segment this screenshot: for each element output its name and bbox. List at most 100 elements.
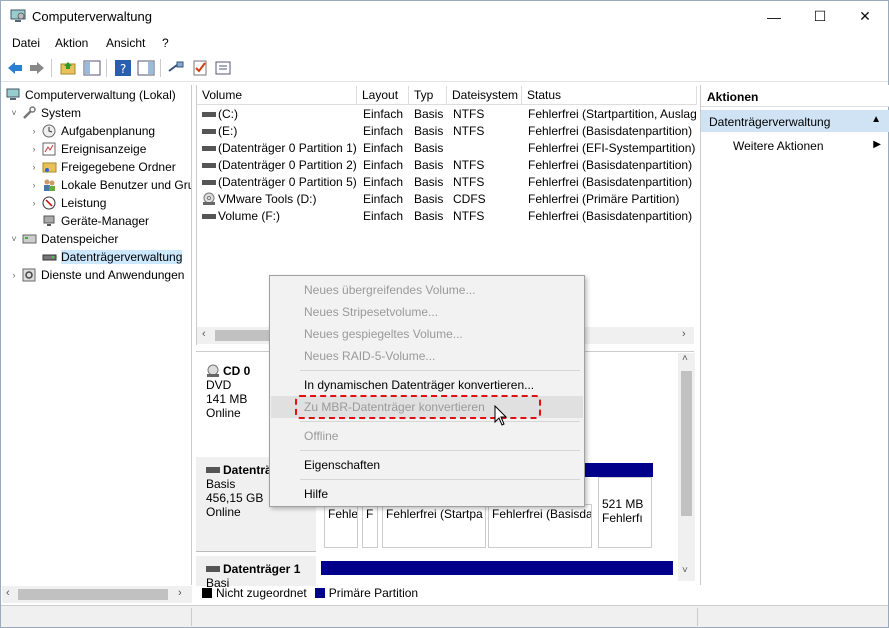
tree-item-services[interactable]: › Dienste und Anwendungen [8,266,185,284]
cd-drive-icon [207,364,219,377]
tree-item-computer-management[interactable]: Computerverwaltung (Lokal) [6,86,176,104]
tree-item-performance[interactable]: › Leistung [28,194,107,212]
scroll-left-icon[interactable]: ‹ [6,587,10,599]
minimize-button[interactable]: — [751,1,797,32]
table-row[interactable]: (C:) Einfach Basis NTFS Fehlerfrei (Star… [197,106,697,123]
table-row[interactable]: (Datenträger 0 Partition 5) Einfach Basi… [197,174,697,191]
tree-item-shared-folders[interactable]: › Freigegebene Ordner [28,158,176,176]
forward-arrow-icon[interactable] [28,59,46,77]
column-header-status[interactable]: Status [522,86,697,105]
help-icon[interactable]: ? [114,59,132,77]
clock-icon [42,124,56,138]
table-row[interactable]: (Datenträger 0 Partition 1) Einfach Basi… [197,140,697,157]
volume-name: Volume (F:) [218,209,281,223]
menu-ansicht[interactable]: Ansicht [106,36,145,50]
svg-text:?: ? [120,62,126,76]
table-row[interactable]: (Datenträger 0 Partition 2) Einfach Basi… [197,157,697,174]
column-header-volume[interactable]: Volume [197,86,357,105]
menu-item-new-raid5-volume[interactable]: Neues RAID-5-Volume... [271,345,583,367]
actions-pane: Aktionen Datenträgerverwaltung ▲ Weitere… [700,85,889,585]
toolbar-separator [51,59,52,77]
table-row[interactable]: Volume (F:) Einfach Basis NTFS Fehlerfre… [197,208,697,225]
menu-datei[interactable]: Datei [12,36,40,50]
column-header-layout[interactable]: Layout [357,86,409,105]
legend: Nicht zugeordnet Primäre Partition [196,583,696,603]
close-button[interactable]: ✕ [842,1,888,32]
partition-bar-disk1 [321,561,673,575]
chevron-right-icon[interactable]: › [8,270,20,280]
menu-item-offline[interactable]: Offline [271,425,583,447]
chevron-right-icon[interactable]: › [28,180,40,190]
scrollbar-thumb[interactable] [681,371,692,516]
computer-management-window: Computerverwaltung — ☐ ✕ Datei Aktion An… [0,0,889,628]
menu-item-new-spanned-volume[interactable]: Neues übergreifendes Volume... [271,279,583,301]
menu-item-convert-to-dynamic[interactable]: In dynamischen Datenträger konvertieren.… [271,374,583,396]
partition-box[interactable]: Fehle [324,504,358,548]
chevron-down-icon[interactable]: ˅ [8,108,20,118]
table-row[interactable]: (E:) Einfach Basis NTFS Fehlerfrei (Basi… [197,123,697,140]
chevron-right-icon[interactable]: › [28,162,40,172]
up-folder-icon[interactable] [59,59,77,77]
computer-management-icon [6,88,20,100]
menu-item-properties[interactable]: Eigenschaften [271,454,583,476]
back-arrow-icon[interactable] [6,59,24,77]
menu-item-help[interactable]: Hilfe [271,483,583,505]
volume-layout: Einfach [363,107,404,121]
tree-item-device-manager[interactable]: Geräte-Manager [42,212,149,230]
scroll-right-icon[interactable]: › [682,328,686,340]
legend-label: Primäre Partition [328,586,419,600]
connect-icon[interactable] [167,59,185,77]
menu-aktion[interactable]: Aktion [55,36,88,50]
maximize-button[interactable]: ☐ [797,1,843,32]
volume-name: (Datenträger 0 Partition 1) [218,141,356,155]
scroll-left-icon[interactable]: ‹ [202,328,206,340]
column-header-typ[interactable]: Typ [409,86,447,105]
scroll-right-icon[interactable]: › [178,587,182,599]
chevron-right-icon[interactable]: › [28,126,40,136]
scrollbar-thumb[interactable] [18,589,168,600]
disk-view-vertical-scrollbar[interactable]: ˄ ˅ [678,353,695,581]
chevron-right-icon[interactable]: › [28,198,40,208]
show-hide-action-pane-icon[interactable] [137,59,155,77]
disk-name: Datenträger 1 [223,562,301,576]
drive-icon [202,112,216,117]
menu-item-new-mirrored-volume[interactable]: Neues gespiegeltes Volume... [271,323,583,345]
chevron-down-icon[interactable]: ˅ [8,234,20,244]
volume-name: (E:) [218,124,238,138]
partition-status: Fehlerfrei (Startpa [386,507,483,521]
drive-icon [202,214,216,219]
partition-box[interactable]: F [362,504,378,548]
collapse-up-icon[interactable]: ▲ [871,114,881,125]
partition-box[interactable]: 521 MB Fehlerfı [598,477,652,548]
tree-item-storage[interactable]: ˅ Datenspeicher [8,230,118,248]
drive-icon [202,146,216,151]
checklist-icon[interactable] [191,59,209,77]
menu-help[interactable]: ? [162,36,169,50]
tree-item-task-scheduler[interactable]: › Aufgabenplanung [28,122,156,140]
tree-horizontal-scrollbar[interactable]: ‹ › [2,586,192,603]
column-header-dateisystem[interactable]: Dateisystem [447,86,522,105]
tree-item-local-users[interactable]: › Lokale Benutzer und Gruppen [28,176,192,194]
scroll-up-icon[interactable]: ˄ [682,353,688,364]
event-viewer-icon [42,142,56,156]
disk-label-disk1[interactable]: Datenträger 1 Basi [196,556,316,590]
more-actions-item[interactable]: Weitere Aktionen ▶ [701,135,889,155]
actions-section-disk-management[interactable]: Datenträgerverwaltung ▲ [701,110,889,132]
volume-type: Basis [414,141,444,155]
properties-icon[interactable] [214,59,232,77]
tree-item-disk-management[interactable]: Datenträgerverwaltung [42,248,183,266]
toolbar-separator [106,59,107,77]
title-bar: Computerverwaltung — ☐ ✕ [1,1,888,32]
toolbar-separator [160,59,161,77]
scroll-down-icon[interactable]: ˅ [682,565,688,576]
tree-item-system[interactable]: ˅ System [8,104,81,122]
partition-box[interactable]: Fehlerfrei (Basisda [488,504,592,548]
volume-status: Fehlerfrei (Primäre Partition) [528,192,680,206]
table-row[interactable]: VMware Tools (D:) Einfach Basis CDFS Feh… [197,191,697,208]
chevron-right-icon[interactable]: › [28,144,40,154]
show-hide-tree-icon[interactable] [83,59,101,77]
menu-item-new-striped-volume[interactable]: Neues Stripesetvolume... [271,301,583,323]
partition-box[interactable]: Fehlerfrei (Startpa [382,504,486,548]
volume-status: Fehlerfrei (Basisdatenpartition) [528,175,693,189]
tree-item-event-viewer[interactable]: › Ereignisanzeige [28,140,147,158]
